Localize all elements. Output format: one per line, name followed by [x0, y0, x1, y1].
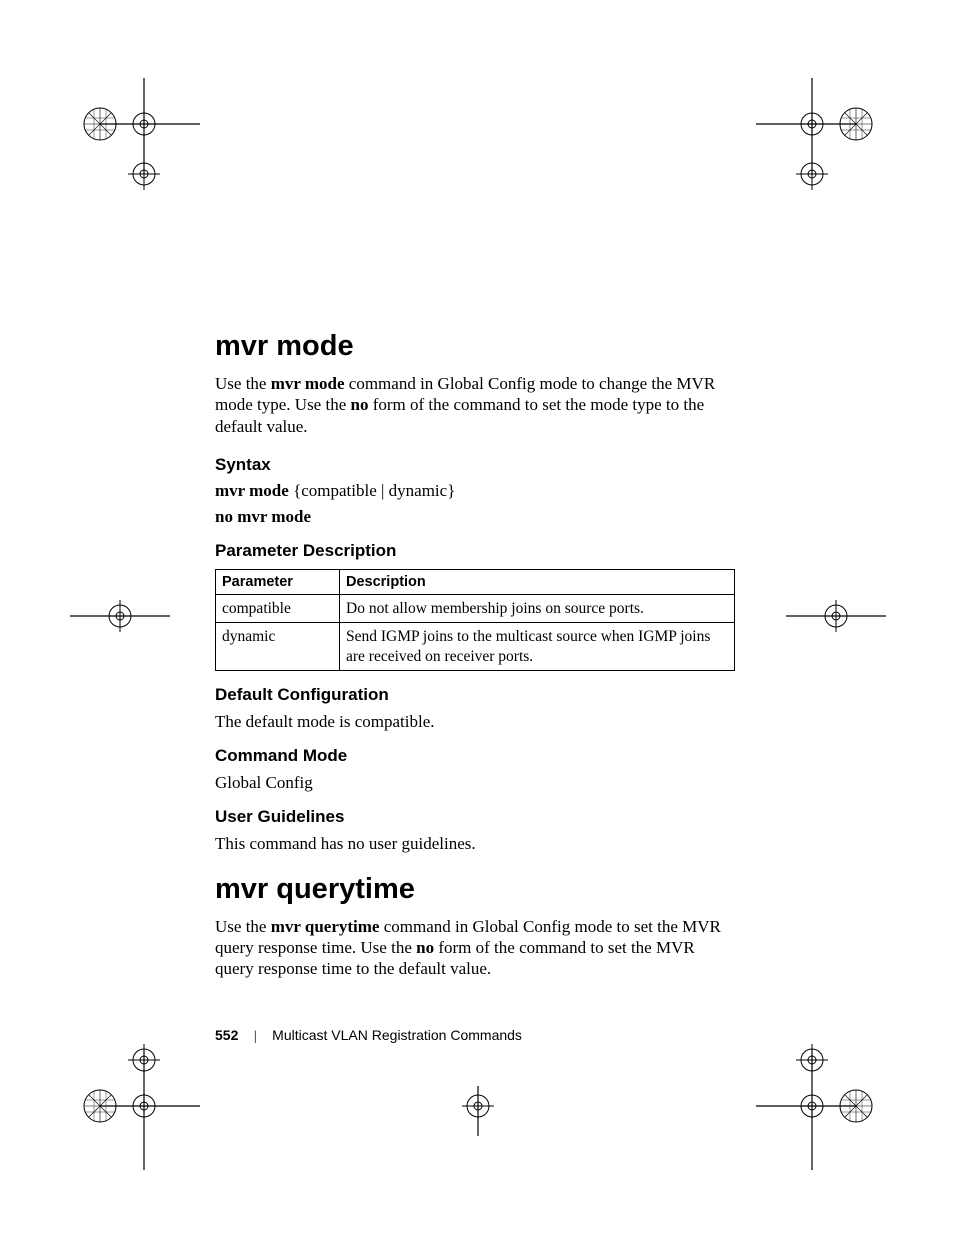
cell-desc: Send IGMP joins to the multicast source …	[340, 623, 735, 671]
bold-term: mvr querytime	[271, 917, 380, 936]
crop-mark-icon	[756, 78, 896, 218]
parameter-table: Parameter Description compatible Do not …	[215, 569, 735, 671]
syntax-line-1: mvr mode {compatible | dynamic}	[215, 481, 735, 501]
crop-mark-icon	[428, 1086, 528, 1136]
default-config-body: The default mode is compatible.	[215, 711, 735, 732]
page-number: 552	[215, 1027, 238, 1043]
intro-paragraph-1: Use the mvr mode command in Global Confi…	[215, 373, 735, 437]
th-parameter: Parameter	[216, 569, 340, 594]
crop-mark-icon	[756, 1020, 896, 1170]
text: Use the	[215, 374, 271, 393]
footer-title: Multicast VLAN Registration Commands	[272, 1027, 522, 1043]
syntax-heading: Syntax	[215, 455, 735, 475]
page-footer: 552 | Multicast VLAN Registration Comman…	[215, 1027, 735, 1045]
bold-term: no	[351, 395, 369, 414]
table-header-row: Parameter Description	[216, 569, 735, 594]
cell-param: dynamic	[216, 623, 340, 671]
command-mode-body: Global Config	[215, 772, 735, 793]
command-mode-heading: Command Mode	[215, 746, 735, 766]
intro-paragraph-2: Use the mvr querytime command in Global …	[215, 916, 735, 980]
user-guidelines-heading: User Guidelines	[215, 807, 735, 827]
table-row: dynamic Send IGMP joins to the multicast…	[216, 623, 735, 671]
th-description: Description	[340, 569, 735, 594]
command-heading-mvr-querytime: mvr querytime	[215, 873, 735, 906]
syntax-line-2: no mvr mode	[215, 507, 735, 527]
parameter-description-heading: Parameter Description	[215, 541, 735, 561]
bold-term: mvr mode	[271, 374, 345, 393]
bold-term: no mvr mode	[215, 507, 311, 526]
table-row: compatible Do not allow membership joins…	[216, 594, 735, 622]
bold-term: mvr mode	[215, 481, 289, 500]
cell-param: compatible	[216, 594, 340, 622]
crop-mark-icon	[60, 1020, 200, 1170]
text: Use the	[215, 917, 271, 936]
page-content: mvr mode Use the mvr mode command in Glo…	[215, 330, 735, 997]
user-guidelines-body: This command has no user guidelines.	[215, 833, 735, 854]
text: {compatible | dynamic}	[289, 481, 456, 500]
crop-mark-icon	[70, 596, 170, 636]
crop-mark-icon	[60, 78, 200, 218]
bold-term: no	[416, 938, 434, 957]
cell-desc: Do not allow membership joins on source …	[340, 594, 735, 622]
default-config-heading: Default Configuration	[215, 685, 735, 705]
command-heading-mvr-mode: mvr mode	[215, 330, 735, 363]
footer-separator: |	[254, 1029, 257, 1045]
crop-mark-icon	[786, 596, 886, 636]
